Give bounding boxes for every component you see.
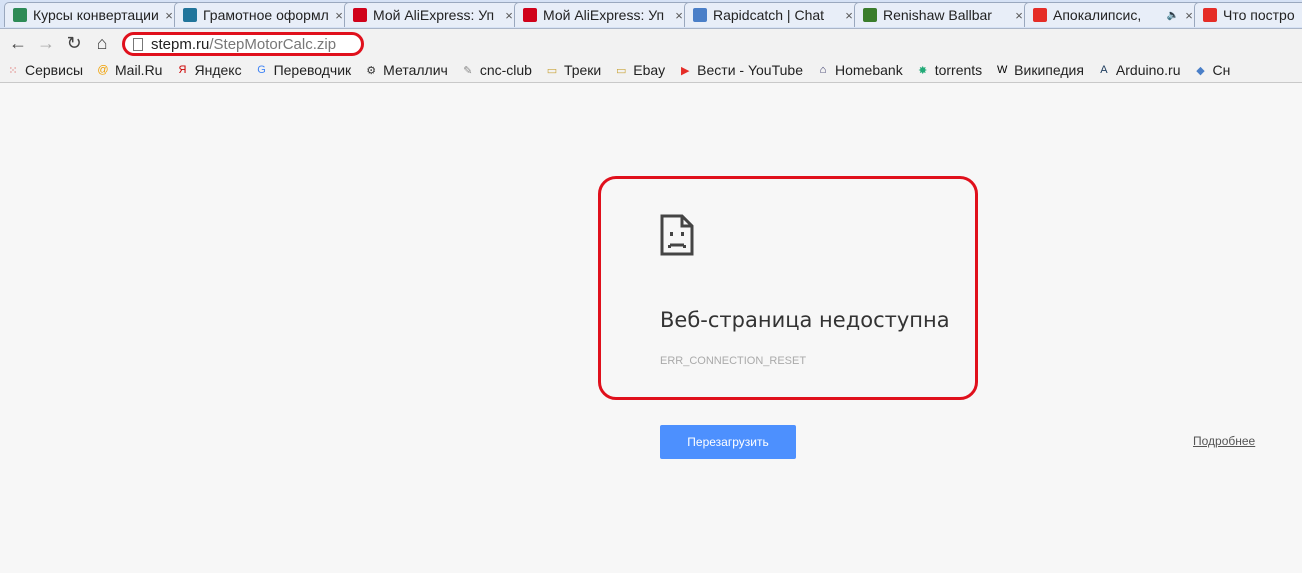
bookmark-item[interactable]: W Википедия xyxy=(995,62,1084,78)
bookmarks-bar: ⁙ Сервисы @ Mail.Ru Я Яндекс G Переводчик ⚙ Метал… xyxy=(0,58,1302,83)
forward-arrow-icon: → xyxy=(37,33,55,53)
tab[interactable]: Грамотное оформление× xyxy=(174,2,352,27)
puzzle-icon: ◆ xyxy=(1196,64,1205,77)
error-title: Веб-страница недоступна xyxy=(660,308,950,332)
tab-strip: Курсы конвертации×Грамотное оформление×М… xyxy=(0,0,1302,29)
tab-title: Мой AliExpress: Уп xyxy=(543,7,665,23)
bookmark-label: Металлич xyxy=(383,62,448,78)
bookmark-label: torrents xyxy=(934,62,983,78)
reload-button[interactable]: ↻ xyxy=(60,30,88,58)
bookmark-label: Треки xyxy=(563,62,602,78)
bookmark-item[interactable]: ✸ torrents xyxy=(916,62,982,78)
bookmark-label: Ebay xyxy=(633,62,666,78)
bookmark-label: Mail.Ru xyxy=(115,62,163,78)
gear-icon: ⚙ xyxy=(366,64,377,77)
sad-page-icon xyxy=(660,214,694,256)
back-button[interactable]: ← xyxy=(4,30,32,58)
bookmark-item[interactable]: @ Mail.Ru xyxy=(96,62,162,78)
bookmark-label: Яндекс xyxy=(194,62,242,78)
bookmark-item[interactable]: ◆ Сн xyxy=(1194,62,1231,78)
tab[interactable]: Мой AliExpress: Уп × xyxy=(344,2,522,27)
url-host: stepm.ru xyxy=(151,35,210,53)
bookmark-item[interactable]: ▭ Треки xyxy=(545,62,602,78)
aliexpress-cart-icon xyxy=(353,8,367,22)
wikipedia-icon: W xyxy=(996,64,1008,76)
tab-title: Апокалипсис, xyxy=(1053,7,1142,23)
bookmark-item[interactable]: ▭ Ebay xyxy=(614,62,665,78)
mailru-icon: @ xyxy=(97,64,109,76)
bookmark-item[interactable]: ⚙ Металлич xyxy=(364,62,448,78)
tab[interactable]: Что постро× xyxy=(1194,2,1302,27)
wordpress-icon xyxy=(183,8,197,22)
tab-title: Грамотное оформление xyxy=(203,7,329,23)
house-icon: ⌂ xyxy=(819,64,827,76)
bookmark-label: Википедия xyxy=(1014,62,1084,78)
address-bar[interactable]: stepm.ru/StepMotorCalc.zip xyxy=(122,32,364,56)
arduino-icon: A xyxy=(1100,64,1108,76)
youtube-icon xyxy=(1033,8,1047,22)
home-button[interactable]: ⌂ xyxy=(88,30,116,58)
bookmark-item[interactable]: ▶ Вести - YouTube xyxy=(678,62,803,78)
youtube-icon xyxy=(1203,8,1217,22)
bookmark-item[interactable]: ⁙ Сервисы xyxy=(6,62,83,78)
youtube-icon: ▶ xyxy=(680,64,690,77)
bookmark-label: Arduino.ru xyxy=(1115,62,1181,78)
bookmark-label: Вести - YouTube xyxy=(697,62,803,78)
sparkle-icon: ✸ xyxy=(918,64,928,77)
bookmark-item[interactable]: ⌂ Homebank xyxy=(816,62,903,78)
tab-title: Курсы конвертации xyxy=(33,7,159,23)
home-icon: ⌂ xyxy=(96,33,108,53)
tab-title: Rapidcatch | Chat xyxy=(713,7,825,23)
tab-title: Что постро xyxy=(1223,7,1295,23)
aliexpress-cart-icon xyxy=(523,8,537,22)
bookmark-item[interactable]: G Переводчик xyxy=(255,62,352,78)
cnc-club-icon: ✎ xyxy=(463,64,473,77)
tv-test-pattern-icon xyxy=(863,8,877,22)
tab-title: Renishaw Ballbar xyxy=(883,7,992,23)
google-translate-icon: G xyxy=(257,64,266,76)
tab[interactable]: Rapidcatch | Chat × xyxy=(684,2,862,27)
folder-icon: ▭ xyxy=(616,64,627,77)
bookmark-label: Переводчик xyxy=(273,62,352,78)
compass-icon xyxy=(13,8,27,22)
folder-icon: ▭ xyxy=(546,64,558,77)
details-link[interactable]: Подробнее xyxy=(1193,434,1255,448)
bookmark-item[interactable]: Я Яндекс xyxy=(175,62,242,78)
tab[interactable]: Апокалипсис, 🔈 × xyxy=(1024,2,1202,27)
bookmark-item[interactable]: ✎ cnc-club xyxy=(461,62,532,78)
puzzle-icon xyxy=(693,8,707,22)
forward-button[interactable]: → xyxy=(32,30,60,58)
page-icon xyxy=(133,37,143,51)
bookmark-label: cnc-club xyxy=(479,62,532,78)
url-path: /StepMotorCalc.zip xyxy=(209,35,337,53)
apps-grid-icon: ⁙ xyxy=(8,64,18,77)
reload-page-button[interactable]: Перезагрузить xyxy=(660,425,796,459)
tab[interactable]: Мой AliExpress: Уп × xyxy=(514,2,692,27)
bookmark-label: Сервисы xyxy=(25,62,84,78)
tab[interactable]: Renishaw Ballbar × xyxy=(854,2,1032,27)
back-arrow-icon: ← xyxy=(9,33,27,53)
speaker-icon: 🔈 xyxy=(1166,9,1179,21)
reload-icon: ↻ xyxy=(66,33,82,53)
yandex-icon: Я xyxy=(178,64,187,76)
bookmark-label: Сн xyxy=(1212,62,1231,78)
bookmark-label: Homebank xyxy=(835,62,903,78)
error-code: ERR_CONNECTION_RESET xyxy=(660,355,807,367)
tab[interactable]: Курсы конвертации × xyxy=(4,2,182,27)
tab-title: Мой AliExpress: Уп xyxy=(373,7,495,23)
bookmark-item[interactable]: A Arduino.ru xyxy=(1097,62,1181,78)
